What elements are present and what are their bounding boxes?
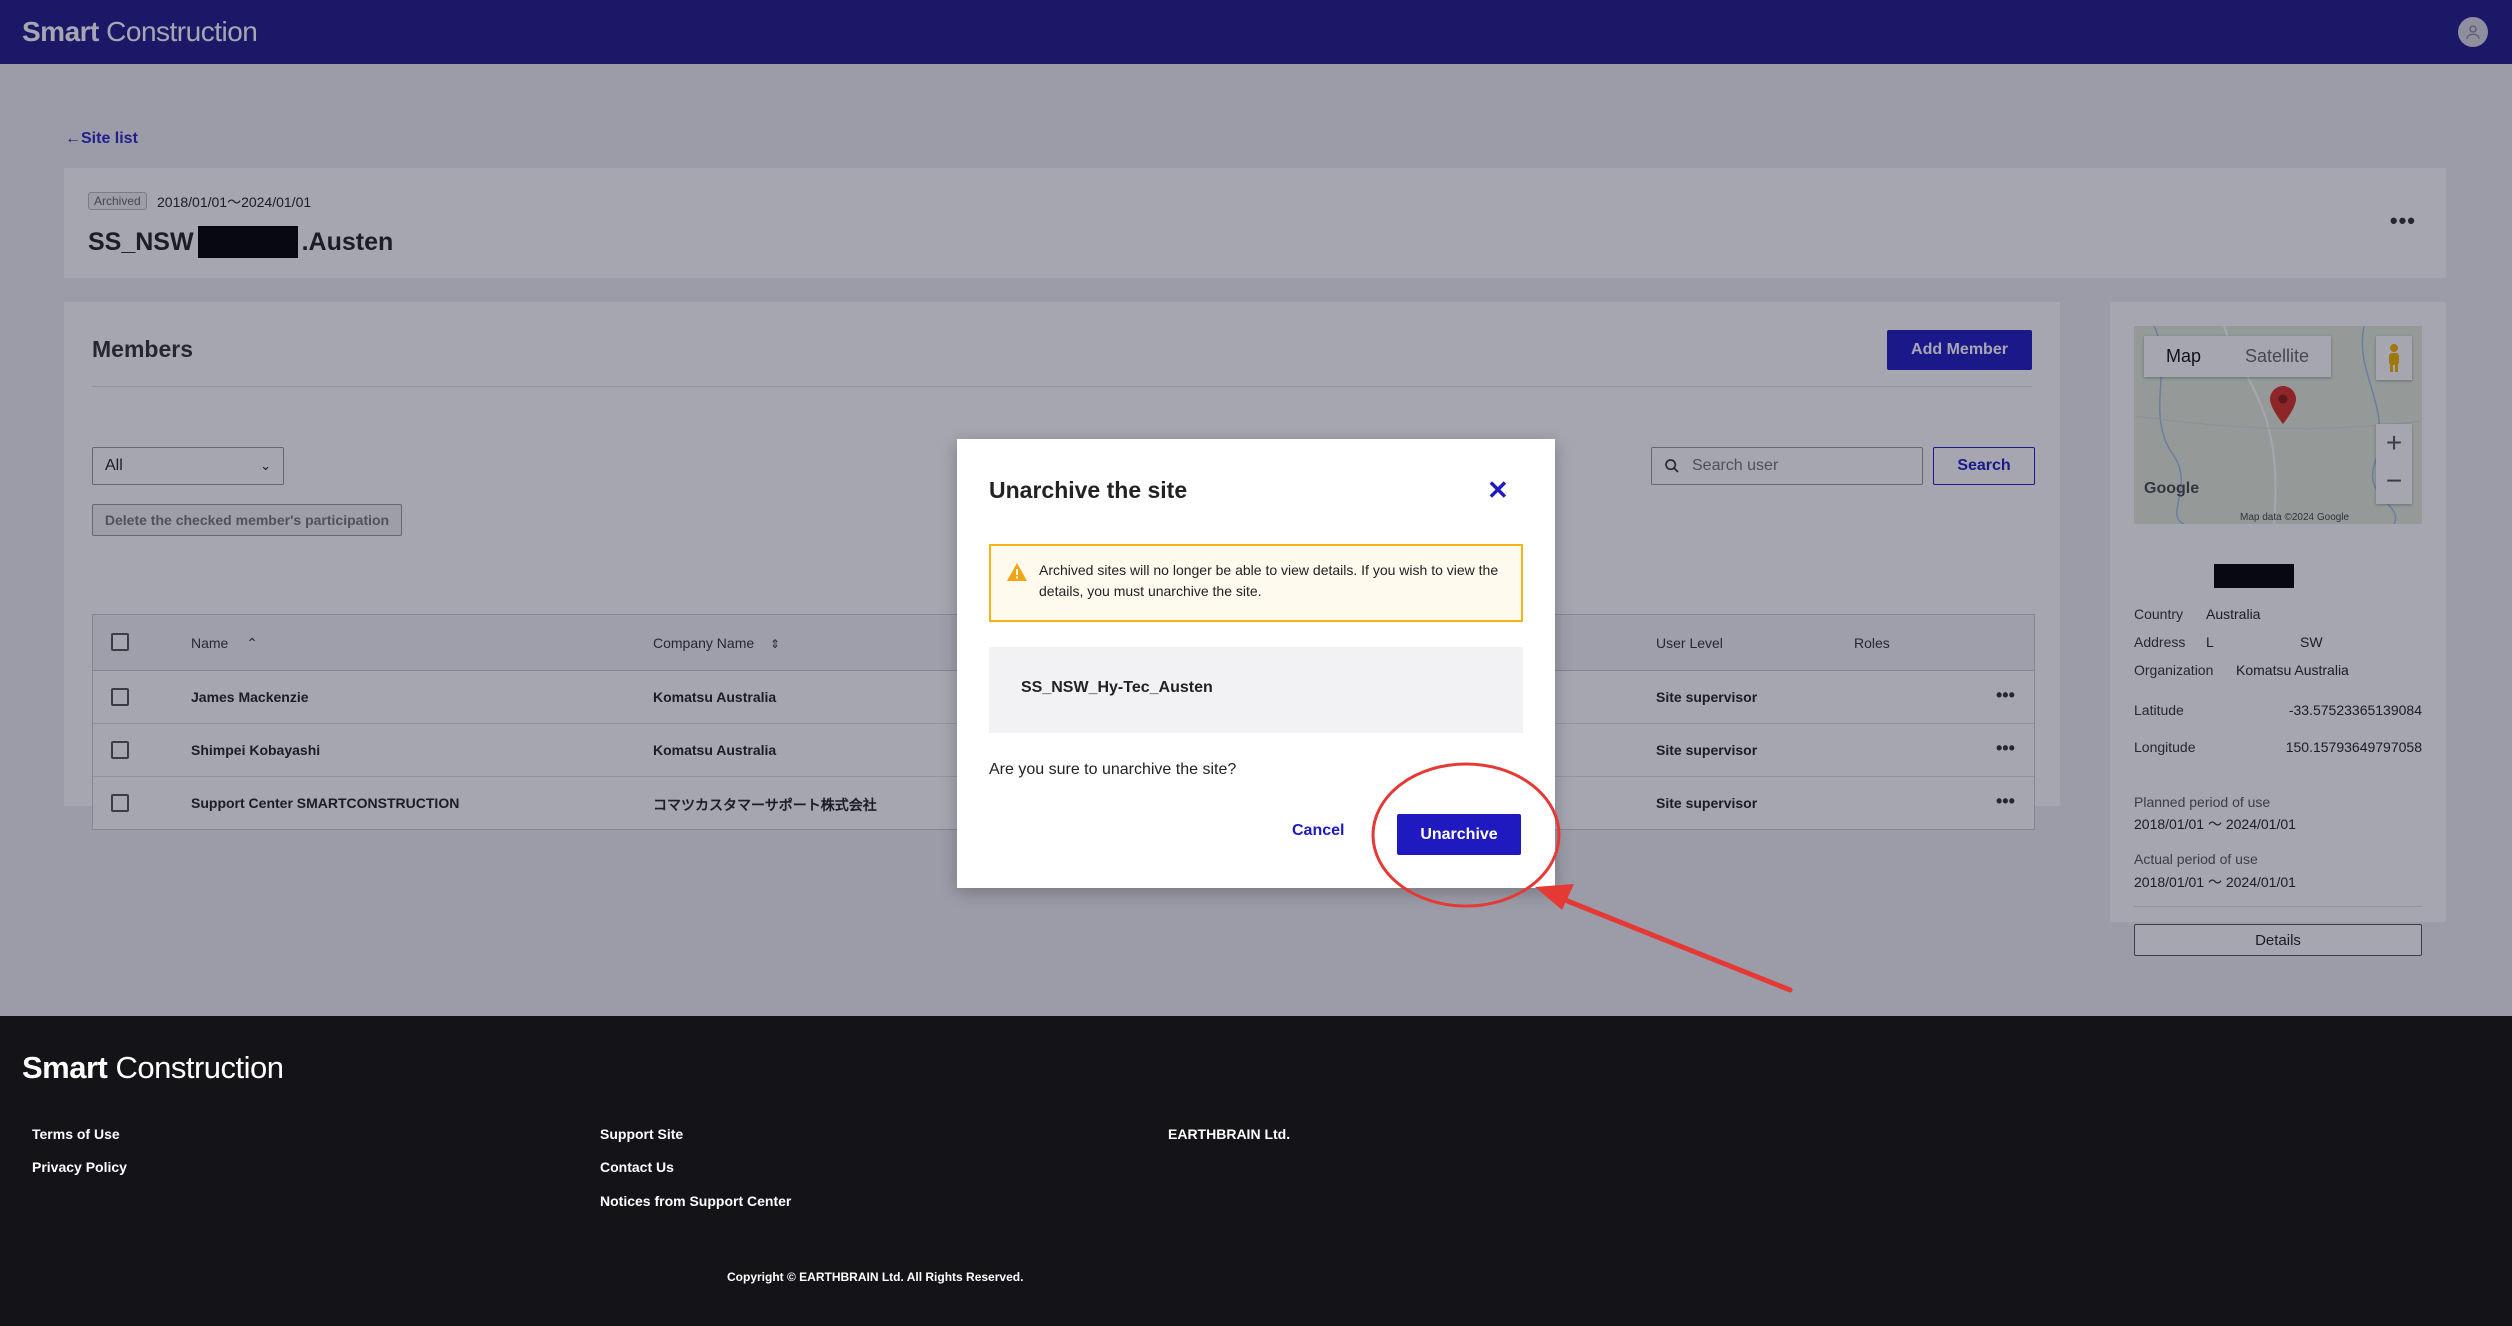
warning-text: Archived sites will no longer be able to… [1039, 562, 1499, 599]
footer: Smart Construction Terms of Use Privacy … [0, 1016, 2512, 1326]
dialog-site-name: SS_NSW_Hy-Tec_Austen [989, 647, 1523, 733]
footer-contact-link[interactable]: Contact Us [600, 1159, 674, 1175]
close-icon[interactable]: ✕ [1487, 477, 1509, 503]
warning-icon [1007, 563, 1027, 581]
footer-company: EARTHBRAIN Ltd. [1168, 1126, 1291, 1142]
unarchive-dialog: Unarchive the site ✕ Archived sites will… [957, 439, 1555, 888]
cancel-button[interactable]: Cancel [1292, 822, 1344, 840]
footer-copyright: Copyright © EARTHBRAIN Ltd. All Rights R… [727, 1270, 1024, 1284]
warning-alert: Archived sites will no longer be able to… [989, 544, 1523, 622]
unarchive-button[interactable]: Unarchive [1397, 814, 1521, 855]
confirm-question: Are you sure to unarchive the site? [989, 761, 1237, 778]
footer-privacy-link[interactable]: Privacy Policy [32, 1159, 127, 1175]
footer-notices-link[interactable]: Notices from Support Center [600, 1193, 791, 1209]
footer-brand-logo: Smart Construction [22, 1050, 284, 1085]
footer-terms-link[interactable]: Terms of Use [32, 1126, 120, 1142]
dialog-title: Unarchive the site [989, 477, 1188, 503]
footer-support-site-link[interactable]: Support Site [600, 1126, 683, 1142]
